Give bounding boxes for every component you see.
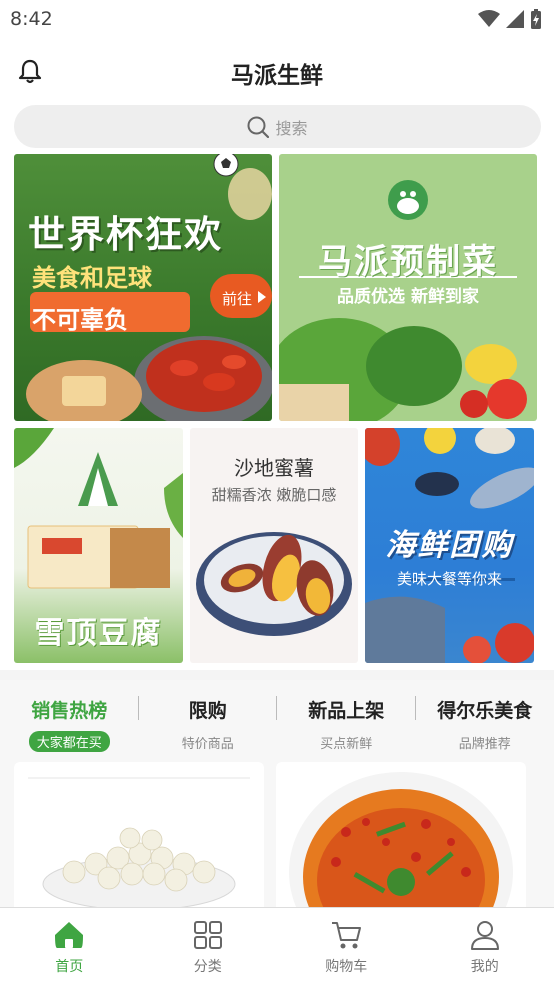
nav-category[interactable]: 分类 (139, 908, 278, 985)
nav-cart[interactable]: 购物车 (277, 908, 416, 985)
tab-subtitle: 特价商品 (181, 737, 234, 752)
banner-worldcup-line3: 不可辜负 (32, 306, 128, 334)
banner-worldcup-line2: 美食和足球 (32, 264, 152, 292)
search-icon (247, 116, 270, 138)
tab-title: 得尔乐美食 (437, 700, 533, 722)
banner-seafood-subtitle: 美味大餐等你来 (396, 570, 502, 588)
search-input[interactable]: 搜索 (14, 105, 541, 148)
tab-subtitle: 品牌推荐 (458, 737, 511, 752)
user-icon (470, 921, 499, 950)
grid-icon (193, 921, 222, 949)
bottom-nav: 首页 分类 购物车 我的 (0, 907, 554, 985)
tab-subtitle: 大家都在买 (28, 731, 110, 752)
nav-label: 我的 (470, 959, 499, 975)
banner-worldcup-cta[interactable]: 前往 (222, 288, 252, 309)
signal-icon (506, 10, 524, 28)
chevron-right-icon (258, 291, 266, 303)
banner-prepared-title: 马派预制菜 (318, 242, 498, 282)
cart-icon (332, 922, 362, 949)
product-image (28, 777, 250, 911)
nav-profile[interactable]: 我的 (416, 908, 554, 985)
banner-worldcup-line1: 世界杯狂欢 (28, 213, 223, 256)
section-divider (0, 670, 554, 680)
banner-sweetpotato[interactable]: 沙地蜜薯 甜糯香浓 嫩脆口感 (190, 428, 358, 663)
nav-home[interactable]: 首页 (0, 908, 139, 985)
battery-icon (531, 9, 541, 29)
home-icon (55, 922, 84, 948)
banner-seafood-title: 海鲜团购 (385, 528, 514, 563)
banner-seafood[interactable]: 海鲜团购 美味大餐等你来 (365, 428, 534, 663)
product-image (289, 772, 513, 912)
status-bar: 8:42 (0, 0, 554, 38)
banner-tofu[interactable]: 雪顶豆腐 (14, 428, 183, 663)
banner-prepared-subtitle: 品质优选 新鲜到家 (337, 287, 479, 307)
tab-hot-sales[interactable]: 销售热榜 大家都在买 (0, 680, 139, 758)
tab-new-arrivals[interactable]: 新品上架 买点新鲜 (277, 680, 416, 758)
banner-tofu-title: 雪顶豆腐 (34, 616, 163, 651)
tab-title: 限购 (188, 700, 227, 722)
tab-limited[interactable]: 限购 特价商品 (139, 680, 277, 758)
product-card[interactable] (276, 762, 526, 912)
tab-subtitle: 买点新鲜 (320, 737, 373, 752)
banner-prepared[interactable]: 马派预制菜 品质优选 新鲜到家 (279, 154, 537, 421)
product-card[interactable] (14, 762, 264, 912)
category-tabs: 销售热榜 大家都在买 限购 特价商品 新品上架 买点新鲜 得尔乐美食 品牌推荐 (0, 680, 554, 758)
nav-label: 分类 (193, 959, 222, 975)
tab-brand[interactable]: 得尔乐美食 品牌推荐 (416, 680, 554, 758)
product-grid (0, 758, 554, 912)
nav-label: 首页 (55, 959, 84, 975)
nav-label: 购物车 (325, 959, 368, 975)
status-icons (478, 9, 542, 29)
wifi-icon (478, 10, 500, 27)
search-placeholder: 搜索 (275, 118, 308, 138)
sweetpotato-art (196, 532, 352, 636)
banner-worldcup[interactable]: 世界杯狂欢 美食和足球 不可辜负 前往 (14, 154, 272, 421)
tab-title: 新品上架 (308, 700, 385, 722)
tab-title: 销售热榜 (31, 700, 108, 722)
status-time: 8:42 (10, 8, 53, 30)
app-header: 马派生鲜 (0, 44, 554, 98)
page-title: 马派生鲜 (231, 63, 323, 89)
